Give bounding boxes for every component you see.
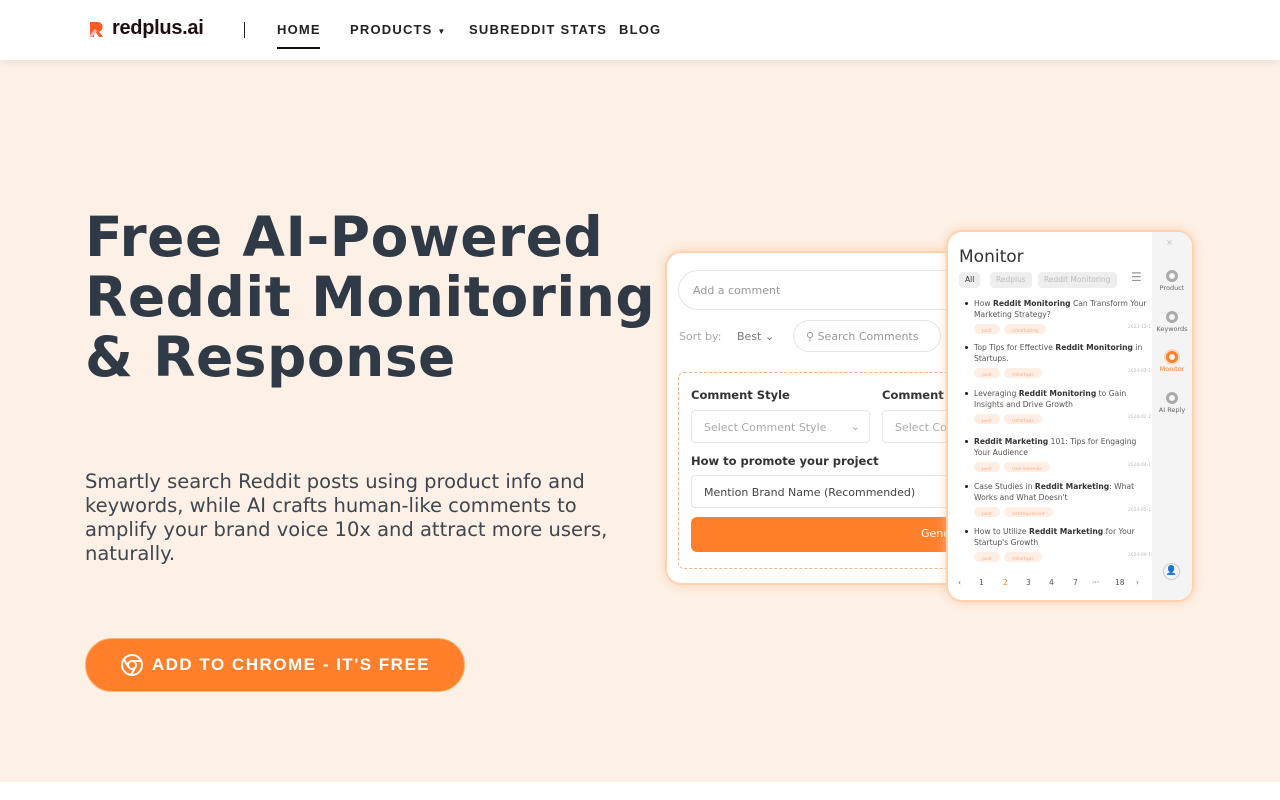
sidebar-product[interactable]: Product — [1152, 270, 1192, 292]
post-date: 2024-05-11 — [1127, 508, 1154, 513]
generate-button[interactable]: Gene — [691, 517, 967, 552]
chip-redplus[interactable]: Redplus — [990, 272, 1032, 288]
post-type-tag: post — [974, 368, 1000, 378]
subreddit-tag: r/marketing — [1003, 324, 1047, 334]
subreddit-tag: r/startups — [1003, 368, 1042, 378]
nav-products[interactable]: PRODUCTS ▼ — [350, 22, 447, 37]
page-8[interactable]: › — [1136, 578, 1139, 587]
keywords-icon — [1166, 311, 1178, 323]
chip-reddit-monitoring[interactable]: Reddit Monitoring — [1038, 272, 1117, 288]
monitor-post[interactable]: Top Tips for Effective Reddit Monitoring… — [965, 342, 1154, 379]
add-to-chrome-button[interactable]: ADD TO CHROME - IT'S FREE — [85, 638, 465, 692]
hero-subtitle: Smartly search Reddit posts using produc… — [85, 470, 608, 565]
subreddit-tag: r/startups — [1003, 414, 1042, 424]
menu-icon[interactable]: ☰ — [1131, 270, 1142, 284]
sort-value: Best — [737, 330, 762, 343]
post-title: Reddit Marketing 101: Tips for Engaging … — [974, 437, 1137, 457]
nav-subreddit-stats[interactable]: SUBREDDIT STATS — [469, 22, 607, 37]
sidebar-keywords[interactable]: Keywords — [1152, 311, 1192, 333]
comment-generator-card: Add a comment Sort by: Best ⌄ ⚲ Search C… — [667, 253, 967, 583]
page-7[interactable]: 18 — [1115, 578, 1125, 587]
post-date: 2023-12-11 — [1127, 325, 1154, 330]
sidebar-label: Monitor — [1159, 365, 1185, 373]
monitor-title: Monitor — [959, 247, 1024, 267]
promote-label: How to promote your project — [691, 454, 879, 468]
sidebar-label: AI Reply — [1158, 406, 1186, 414]
monitor-post[interactable]: How to Utilize Reddit Marketing for Your… — [965, 526, 1154, 563]
post-title: Top Tips for Effective Reddit Monitoring… — [974, 343, 1143, 363]
post-type-tag: post — [974, 507, 1000, 517]
search-placeholder: Search Comments — [817, 330, 919, 343]
page-5[interactable]: 7 — [1073, 578, 1078, 587]
page-0[interactable]: ‹ — [958, 578, 961, 587]
redplus-logo-icon — [88, 21, 103, 38]
close-icon[interactable]: × — [1166, 238, 1173, 247]
post-type-tag: post — [974, 552, 1000, 562]
product-icon — [1166, 270, 1178, 282]
subreddit-tag: r/socialmedia — [1003, 462, 1050, 472]
post-date: 2024-04-17 — [1127, 463, 1154, 468]
hero-title: Free AI-Powered Reddit Monitoring & Resp… — [85, 205, 656, 389]
chip-all[interactable]: All — [959, 272, 981, 288]
post-title: Leveraging Reddit Monitoring to Gain Ins… — [974, 389, 1127, 409]
top-nav: redplus.ai HOME PRODUCTS ▼ SUBREDDIT STA… — [0, 0, 1280, 60]
page-3[interactable]: 3 — [1026, 578, 1031, 587]
sidebar-label: Product — [1159, 284, 1185, 292]
chrome-icon — [120, 654, 143, 676]
sidebar-ai-reply[interactable]: AI Reply — [1152, 392, 1192, 414]
chevron-down-icon: ⌄ — [764, 330, 775, 343]
comment-style-select[interactable]: Select Comment Style ⌄ — [691, 410, 870, 443]
monitor-post[interactable]: Reddit Marketing 101: Tips for Engaging … — [965, 436, 1154, 473]
page-1[interactable]: 1 — [979, 578, 984, 587]
brand-name: redplus.ai — [112, 17, 204, 39]
post-title: How Reddit Monitoring Can Transform Your… — [974, 299, 1147, 319]
nav-divider — [244, 22, 245, 38]
caret-down-icon: ▼ — [437, 27, 447, 36]
comment-style-label: Comment Style — [691, 388, 790, 402]
nav-home[interactable]: HOME — [277, 22, 321, 37]
user-avatar-icon[interactable]: 👤 — [1163, 563, 1180, 580]
sort-select[interactable]: Best ⌄ — [737, 330, 774, 343]
subreddit-tag: r/startups — [1003, 552, 1042, 562]
monitor-post[interactable]: Case Studies in Reddit Marketing: What W… — [965, 481, 1154, 518]
monitor-sidebar: × Product Keywords Monitor AI Reply 👤 — [1152, 232, 1192, 600]
active-underline — [277, 47, 320, 49]
add-comment-input[interactable]: Add a comment — [678, 270, 967, 310]
chevron-down-icon: ⌄ — [850, 420, 860, 433]
sort-label: Sort by: — [679, 330, 722, 343]
page-2[interactable]: 2 — [1003, 578, 1008, 587]
ai-reply-icon — [1166, 392, 1178, 404]
post-title: How to Utilize Reddit Marketing for Your… — [974, 527, 1135, 547]
post-type-tag: post — [974, 462, 1000, 472]
post-type-tag: post — [974, 324, 1000, 334]
search-comments-input[interactable]: ⚲ Search Comments — [793, 320, 941, 352]
subreddit-tag: r/entrepreneur — [1003, 507, 1053, 517]
nav-blog[interactable]: BLOG — [619, 22, 661, 37]
nav-products-label: PRODUCTS — [350, 22, 433, 37]
promote-select[interactable]: Mention Brand Name (Recommended) — [691, 475, 967, 508]
page-4[interactable]: 4 — [1049, 578, 1054, 587]
post-date: 2024-09-19 — [1127, 553, 1154, 558]
brand-logo[interactable]: redplus.ai — [88, 17, 204, 40]
monitor-post[interactable]: How Reddit Monitoring Can Transform Your… — [965, 298, 1154, 335]
monitor-post[interactable]: Leveraging Reddit Monitoring to Gain Ins… — [965, 388, 1154, 425]
cta-label: ADD TO CHROME - IT'S FREE — [151, 655, 431, 674]
sidebar-monitor[interactable]: Monitor — [1152, 351, 1192, 373]
monitor-icon — [1166, 351, 1178, 363]
post-type-tag: post — [974, 414, 1000, 424]
search-icon: ⚲ — [806, 330, 815, 343]
post-date: 2024-02-11 — [1127, 369, 1154, 374]
post-date: 2024-02-21 — [1127, 415, 1154, 420]
sidebar-label: Keywords — [1156, 325, 1188, 333]
style-placeholder: Select Comment Style — [704, 421, 827, 434]
page-6[interactable]: ··· — [1092, 578, 1099, 587]
monitor-card: Monitor All Redplus Reddit Monitoring ☰ … — [948, 232, 1192, 600]
post-title: Case Studies in Reddit Marketing: What W… — [974, 482, 1135, 502]
